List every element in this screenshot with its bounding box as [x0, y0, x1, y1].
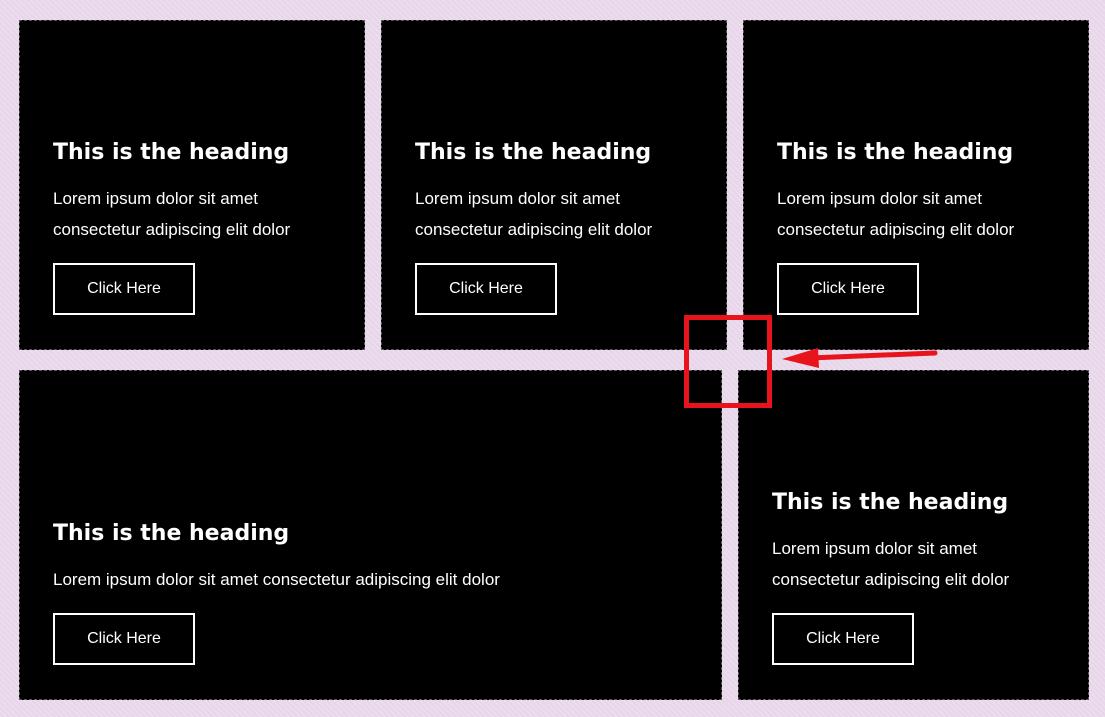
- card-text: Lorem ipsum dolor sit amet consectetur a…: [777, 189, 1015, 239]
- card-5: This is the heading Lorem ipsum dolor si…: [738, 370, 1089, 700]
- card-content: This is the heading Lorem ipsum dolor si…: [772, 489, 1069, 665]
- highlight-box-annotation: [684, 315, 772, 408]
- click-here-button[interactable]: Click Here: [415, 263, 557, 315]
- arrow-annotation: [782, 348, 938, 368]
- click-here-button[interactable]: Click Here: [53, 613, 195, 665]
- click-here-button[interactable]: Click Here: [772, 613, 914, 665]
- card-text: Lorem ipsum dolor sit amet consectetur a…: [53, 570, 500, 589]
- card-text: Lorem ipsum dolor sit amet consectetur a…: [415, 189, 653, 239]
- card-text: Lorem ipsum dolor sit amet consectetur a…: [772, 539, 1010, 589]
- card-heading: This is the heading: [415, 139, 652, 165]
- card-1: This is the heading Lorem ipsum dolor si…: [19, 20, 365, 350]
- card-heading: This is the heading: [772, 489, 1009, 515]
- card-content: This is the heading Lorem ipsum dolor si…: [777, 139, 1069, 315]
- click-here-button[interactable]: Click Here: [53, 263, 195, 315]
- card-heading: This is the heading: [777, 139, 1014, 165]
- card-heading: This is the heading: [53, 520, 290, 546]
- click-here-button[interactable]: Click Here: [777, 263, 919, 315]
- card-2: This is the heading Lorem ipsum dolor si…: [381, 20, 727, 350]
- card-text: Lorem ipsum dolor sit amet consectetur a…: [53, 189, 291, 239]
- card-content: This is the heading Lorem ipsum dolor si…: [415, 139, 707, 315]
- card-heading: This is the heading: [53, 139, 290, 165]
- card-content: This is the heading Lorem ipsum dolor si…: [53, 139, 345, 315]
- card-3: This is the heading Lorem ipsum dolor si…: [743, 20, 1089, 350]
- card-4-wide: This is the heading Lorem ipsum dolor si…: [19, 370, 722, 700]
- card-content: This is the heading Lorem ipsum dolor si…: [53, 520, 702, 665]
